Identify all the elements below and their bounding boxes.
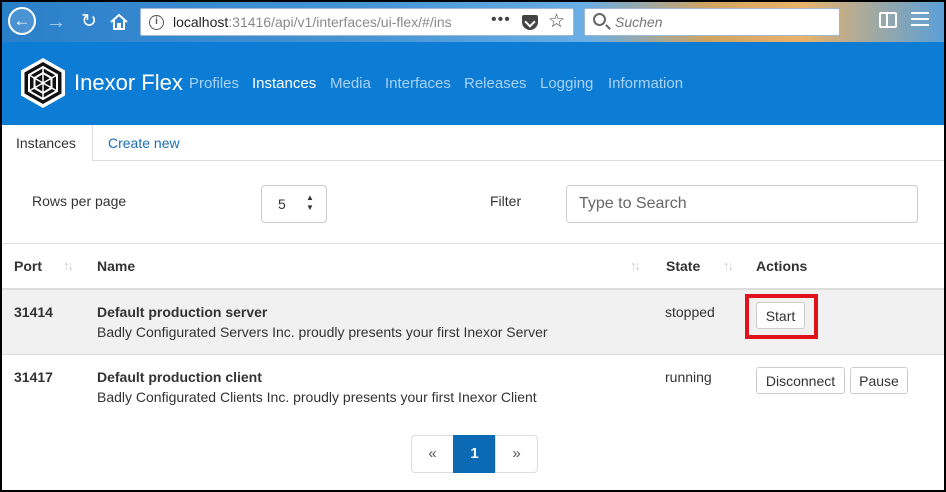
cell-state: running [665, 369, 712, 385]
pocket-icon[interactable] [522, 15, 538, 30]
reload-icon[interactable]: ↻ [76, 9, 102, 35]
cell-port: 31417 [14, 369, 53, 385]
rows-per-page-value: 5 [278, 196, 286, 212]
pagination-prev[interactable]: « [411, 435, 454, 473]
cell-port: 31414 [14, 304, 53, 320]
pagination-page-1[interactable]: 1 [453, 435, 496, 473]
pagination-next[interactable]: » [495, 435, 538, 473]
cell-description: Badly Configurated Clients Inc. proudly … [97, 389, 537, 405]
nav-logging[interactable]: Logging [540, 75, 593, 92]
pagination: « 1 » [411, 435, 538, 473]
site-info-icon[interactable]: i [149, 15, 164, 30]
bookmark-star-icon[interactable]: ☆ [548, 10, 565, 33]
table-row: 31417 Default production client Badly Co… [2, 355, 944, 420]
sort-port-icon[interactable]: ↑↓ [63, 258, 74, 273]
column-header-name[interactable]: Name [97, 258, 135, 274]
browser-toolbar: ← → ↻ i localhost:31416/api/v1/interface… [2, 2, 944, 42]
nav-media[interactable]: Media [330, 75, 371, 92]
sidebar-icon[interactable] [879, 12, 897, 28]
tab-bar: Instances Create new [2, 125, 944, 162]
rows-per-page-select[interactable]: 5 ▲ ▼ [261, 185, 327, 223]
inexor-logo[interactable] [16, 56, 70, 110]
url-text: localhost:31416/api/v1/interfaces/ui-fle… [173, 14, 452, 30]
table-top-border [2, 243, 944, 244]
rows-per-page-label: Rows per page [32, 193, 127, 209]
page-actions-icon[interactable]: ••• [491, 11, 511, 29]
column-header-port[interactable]: Port [14, 258, 42, 274]
tab-create-new[interactable]: Create new [94, 125, 194, 161]
cell-name: Default production server [97, 304, 268, 320]
address-bar[interactable]: i localhost:31416/api/v1/interfaces/ui-f… [140, 8, 574, 36]
brand-title[interactable]: Inexor Flex [74, 70, 183, 96]
sort-name-icon[interactable]: ↑↓ [630, 258, 641, 273]
select-arrows-icon: ▲ ▼ [306, 193, 314, 212]
highlight-box [745, 294, 818, 339]
disconnect-button[interactable]: Disconnect [756, 367, 845, 394]
nav-releases[interactable]: Releases [464, 75, 527, 92]
cell-state: stopped [665, 304, 715, 320]
sort-state-icon[interactable]: ↑↓ [723, 258, 734, 273]
forward-arrow-icon[interactable]: → [43, 9, 69, 35]
column-header-actions: Actions [756, 258, 808, 274]
filter-search-input[interactable] [566, 185, 918, 223]
home-icon[interactable] [106, 9, 132, 35]
hamburger-menu-icon[interactable] [911, 12, 929, 28]
nav-instances[interactable]: Instances [252, 75, 316, 92]
filter-label: Filter [490, 193, 522, 209]
cell-description: Badly Configurated Servers Inc. proudly … [97, 324, 548, 340]
pause-button[interactable]: Pause [850, 367, 908, 394]
nav-information[interactable]: Information [608, 75, 683, 92]
app-navbar: Inexor Flex Profiles Instances Media Int… [2, 42, 944, 125]
browser-search-placeholder: Suchen [615, 14, 663, 30]
cell-name: Default production client [97, 369, 262, 385]
nav-interfaces[interactable]: Interfaces [385, 75, 451, 92]
browser-search-bar[interactable]: Suchen [584, 8, 840, 36]
column-header-state[interactable]: State [666, 258, 700, 274]
back-arrow-icon[interactable]: ← [8, 7, 36, 35]
search-icon [593, 13, 606, 26]
nav-profiles[interactable]: Profiles [189, 75, 239, 92]
screenshot-frame: ← → ↻ i localhost:31416/api/v1/interface… [0, 0, 946, 492]
tab-instances[interactable]: Instances [2, 125, 93, 162]
